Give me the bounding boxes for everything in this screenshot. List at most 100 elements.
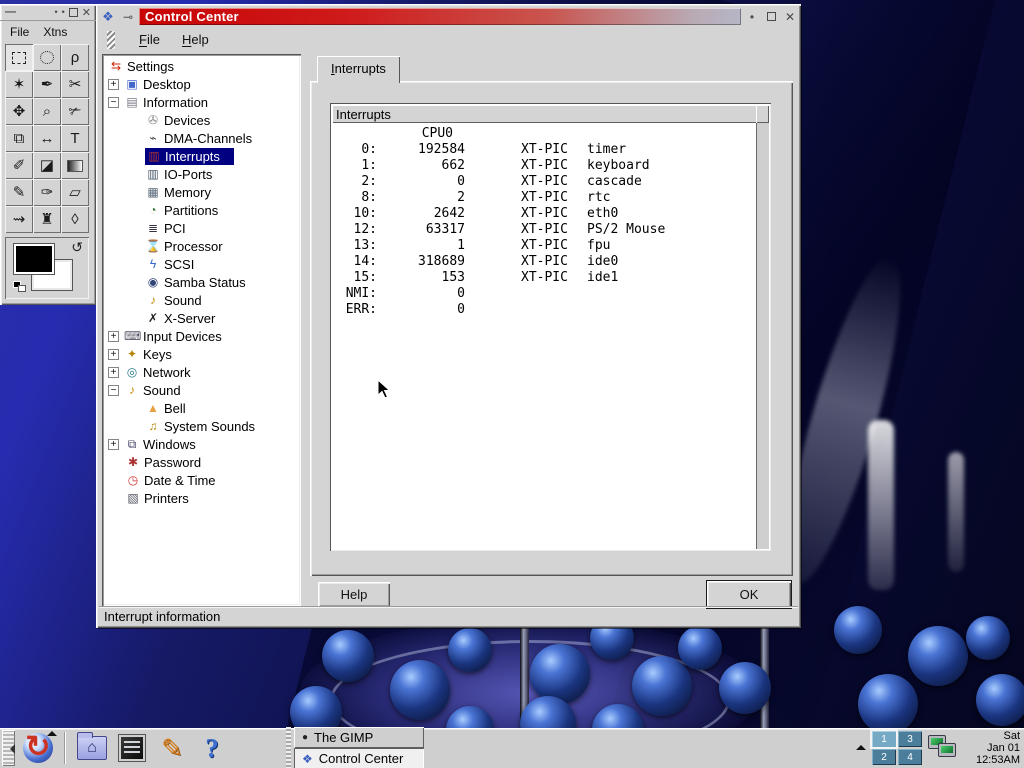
tree-item-keys[interactable]: +✦Keys [102,345,301,363]
tree-item-interrupts[interactable]: ▥Interrupts [102,147,301,165]
tree-item-settings[interactable]: ⇆Settings [102,57,301,75]
scissors-tool[interactable]: ✂ [61,71,89,98]
foreground-color-swatch[interactable] [14,244,54,274]
interrupts-list-header[interactable]: Interrupts [332,105,769,123]
desktop-2-button[interactable]: 2 [872,749,896,765]
help-viewer-button[interactable]: ? [192,730,232,766]
bezier-select-tool[interactable]: ✒ [33,71,61,98]
tree-item-input-devices[interactable]: +⌨Input Devices [102,327,301,345]
gimp-menu-file[interactable]: File [10,25,29,39]
task-button-the-gimp[interactable]: ●The GIMP [294,727,424,748]
help-button[interactable]: Help [318,582,390,607]
tree-item-information[interactable]: −▤Information [102,93,301,111]
airbrush-tool[interactable]: ⇝ [5,206,33,233]
expand-toggle-icon[interactable]: + [108,367,119,378]
gimp-menu-xtns[interactable]: Xtns [43,25,67,39]
eraser-tool[interactable]: ▱ [61,179,89,206]
ok-button[interactable]: OK [707,581,791,608]
information-icon: ▤ [124,95,140,109]
tree-item-desktop[interactable]: +▣Desktop [102,75,301,93]
taskbar-separator [64,732,66,764]
desktop-1-button[interactable]: 1 [872,731,896,747]
editor-button[interactable]: ✎ [152,730,192,766]
k-menu-button[interactable]: ↻ [18,730,58,766]
desktop-4-button[interactable]: 4 [898,749,922,765]
gimp-minimize-icon[interactable]: — [5,6,16,18]
tree-item-pci[interactable]: ≣PCI [102,219,301,237]
rect-select-tool[interactable] [5,44,33,71]
control-center-titlebar[interactable]: ❖ ⊸ Control Center • ✕ [99,7,798,26]
tree-item-partitions[interactable]: ◔Partitions [102,201,301,219]
tree-item-windows[interactable]: +⧉Windows [102,435,301,453]
magnify-icon: ⌕ [43,104,51,119]
blend-tool[interactable] [61,152,89,179]
close-button[interactable]: ✕ [782,9,798,25]
titlebar-gradient[interactable]: Control Center [139,8,741,25]
swap-colors-icon[interactable]: ↺ [71,239,83,256]
gimp-dot-icon: • [54,7,57,17]
tree-item-sound[interactable]: −♪Sound [102,381,301,399]
cc-menu-file[interactable]: File [139,32,160,47]
minimize-button[interactable]: • [744,9,760,25]
crop-tool[interactable]: ✃ [61,98,89,125]
task-list-handle[interactable] [286,727,291,768]
tree-item-sound[interactable]: ♪Sound [102,291,301,309]
tree-item-devices[interactable]: ✇Devices [102,111,301,129]
expand-toggle-icon[interactable]: + [108,331,119,342]
move-tool[interactable]: ✥ [5,98,33,125]
interrupts-scrollbar[interactable] [756,123,769,549]
tree-item-x-server[interactable]: ✗X-Server [102,309,301,327]
password-icon: ✱ [125,455,141,469]
tree-item-date-time[interactable]: ◷Date & Time [102,471,301,489]
home-folder-button[interactable]: ⌂ [72,730,112,766]
tree-item-io-ports[interactable]: ▥IO-Ports [102,165,301,183]
tree-item-memory[interactable]: ▦Memory [102,183,301,201]
tree-item-processor[interactable]: ⌛Processor [102,237,301,255]
bucket-fill-tool[interactable]: ◪ [33,152,61,179]
transform-tool[interactable]: ⧉ [5,125,33,152]
sticky-pin-icon[interactable]: ⊸ [120,10,136,24]
tray-popup-arrow-icon[interactable] [856,740,866,750]
desktop-3-button[interactable]: 3 [898,731,922,747]
control-center-app-icon[interactable]: ❖ [99,9,117,25]
cc-menu-help[interactable]: Help [182,32,209,47]
display-settings-icon[interactable] [928,733,962,763]
collapse-toggle-icon[interactable]: − [108,385,119,396]
tree-item-system-sounds[interactable]: ♫System Sounds [102,417,301,435]
flip-tool[interactable]: ↔ [33,125,61,152]
text-tool[interactable]: T [61,125,89,152]
tree-item-password[interactable]: ✱Password [102,453,301,471]
ellipse-select-tool[interactable] [33,44,61,71]
gimp-maximize-icon[interactable] [69,8,78,17]
convolve-tool[interactable]: ◊ [61,206,89,233]
magnify-tool[interactable]: ⌕ [33,98,61,125]
tree-item-scsi[interactable]: ϟSCSI [102,255,301,273]
tab-interrupts[interactable]: Interrupts [317,56,400,83]
tree-item-samba-status[interactable]: ◉Samba Status [102,273,301,291]
panel-hide-button[interactable] [2,730,15,766]
color-picker-tool[interactable]: ✐ [5,152,33,179]
expand-toggle-icon[interactable]: + [108,349,119,360]
tree-item-printers[interactable]: ▧Printers [102,489,301,507]
tree-label: Network [143,365,191,380]
fuzzy-select-tool[interactable]: ✶ [5,71,33,98]
tree-item-network[interactable]: +◎Network [102,363,301,381]
panel-clock[interactable]: Sat Jan 01 12:53AM [968,730,1020,766]
menubar-drag-handle[interactable] [107,31,115,49]
collapse-toggle-icon[interactable]: − [108,97,119,108]
expand-toggle-icon[interactable]: + [108,439,119,450]
irq-row-2: 2:0XT-PICcascade [333,174,755,190]
reset-colors-icon[interactable] [13,281,27,293]
tree-item-dma-channels[interactable]: ⌁DMA-Channels [102,129,301,147]
clone-tool[interactable]: ♜ [33,206,61,233]
free-select-tool[interactable]: ρ [61,44,89,71]
tree-item-bell[interactable]: ▲Bell [102,399,301,417]
task-button-control-center[interactable]: ❖Control Center [294,748,424,768]
paintbrush-tool[interactable]: ✑ [33,179,61,206]
maximize-button[interactable] [763,9,779,25]
pencil-tool[interactable]: ✎ [5,179,33,206]
terminal-button[interactable] [112,730,152,766]
expand-toggle-icon[interactable]: + [108,79,119,90]
gimp-titlebar[interactable]: — • • ✕ [0,4,96,21]
gimp-close-icon[interactable]: ✕ [82,6,91,19]
